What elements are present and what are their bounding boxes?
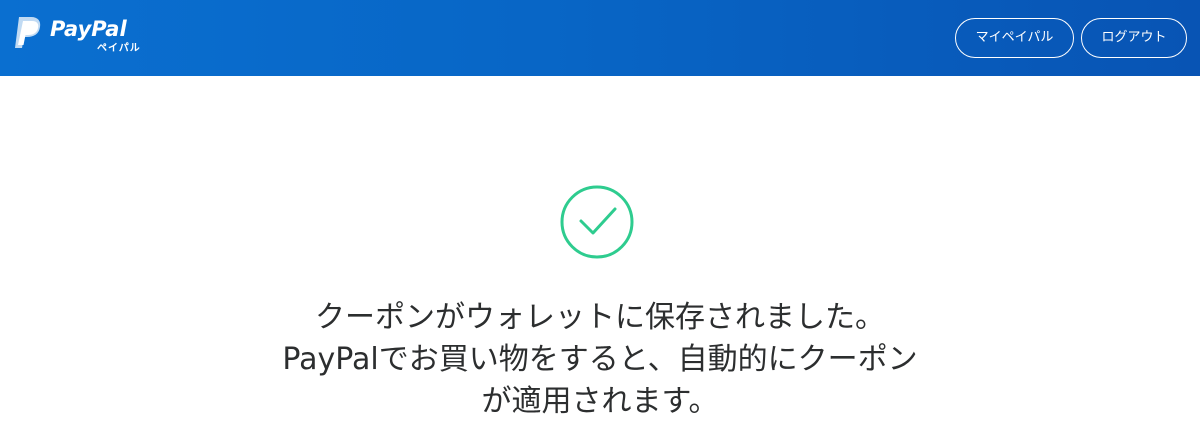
message-line: PayPalでお買い物をすると、自動的にクーポン [282, 342, 918, 377]
top-header: PayPal ペイパル マイペイパル ログアウト [0, 0, 1200, 76]
message-line: が適用されます。 [481, 384, 719, 419]
logo-subtext: ペイパル [97, 43, 141, 54]
paypal-logo[interactable]: PayPal ペイパル [10, 14, 160, 62]
logo-wordmark: PayPal [50, 17, 127, 41]
confirmation-message: クーポンがウォレットに保存されました。 PayPalでお買い物をすると、自動的に… [0, 297, 1200, 423]
paypal-p-icon [15, 17, 41, 48]
my-paypal-button[interactable]: マイペイパル [955, 18, 1074, 58]
logout-button[interactable]: ログアウト [1081, 18, 1187, 58]
message-line: クーポンがウォレットに保存されました。 [315, 300, 885, 335]
success-status [559, 184, 635, 260]
check-circle-icon [560, 185, 634, 259]
